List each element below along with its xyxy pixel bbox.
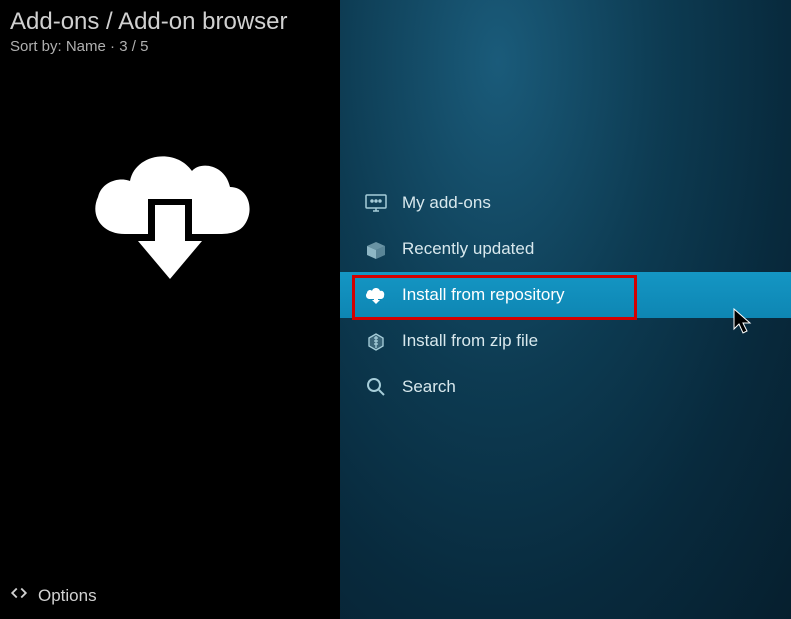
monitor-addons-icon <box>358 193 394 213</box>
header: Add-ons / Add-on browser Sort by: Name ·… <box>0 0 340 59</box>
options-label: Options <box>38 586 97 606</box>
position-indicator: 3 / 5 <box>119 38 148 55</box>
cloud-download-graphic <box>0 139 340 289</box>
menu-item-label: Recently updated <box>402 239 534 259</box>
menu-item-label: Install from zip file <box>402 331 538 351</box>
menu-item-install-from-repository[interactable]: Install from repository <box>340 272 791 318</box>
page-subtitle: Sort by: Name · 3 / 5 <box>10 38 330 55</box>
footer-options[interactable]: Options <box>10 584 97 607</box>
menu-item-recently-updated[interactable]: Recently updated <box>340 226 791 272</box>
options-icon <box>10 584 28 607</box>
menu-item-label: My add-ons <box>402 193 491 213</box>
menu-item-my-addons[interactable]: My add-ons <box>340 180 791 226</box>
main-menu: My add-ons Recently updated Install from… <box>340 0 791 619</box>
zip-file-icon <box>358 330 394 352</box>
menu-item-label: Search <box>402 377 456 397</box>
box-open-icon <box>358 238 394 260</box>
cloud-repo-icon <box>358 285 394 305</box>
sidebar: Add-ons / Add-on browser Sort by: Name ·… <box>0 0 340 619</box>
menu-item-label: Install from repository <box>402 285 565 305</box>
menu-item-install-from-zip[interactable]: Install from zip file <box>340 318 791 364</box>
search-icon <box>358 376 394 398</box>
sort-label: Sort by: Name <box>10 38 106 55</box>
menu-item-search[interactable]: Search <box>340 364 791 410</box>
page-title: Add-ons / Add-on browser <box>10 8 330 36</box>
